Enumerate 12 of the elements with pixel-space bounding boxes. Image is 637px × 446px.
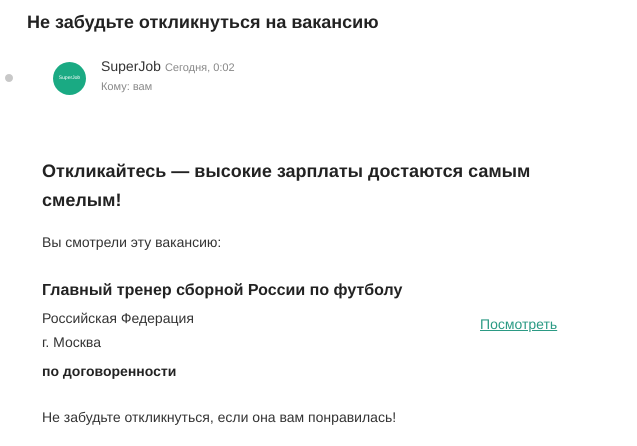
email-subject: Не забудьте откликнуться на вакансию: [27, 11, 380, 34]
intro-text: Вы смотрели эту вакансию:: [42, 233, 222, 252]
vacancy-title: Главный тренер сборной России по футболу: [42, 281, 404, 301]
view-link[interactable]: Посмотреть: [480, 316, 558, 332]
sender-name: SuperJob: [101, 58, 161, 74]
outro-text: Не забудьте откликнуться, если она вам понравилась!: [42, 408, 398, 427]
sent-date: Сегодня, 0:02: [164, 62, 235, 74]
vacancy-salary: по договоренности: [42, 362, 178, 381]
vacancy-city: г. Москва: [42, 333, 102, 352]
vacancy-region: Российская Федерация: [42, 309, 195, 328]
recipient: Кому: вам: [101, 80, 154, 92]
email-heading: Откликайтесь — высокие зарплаты достаются самым смелым!: [42, 160, 532, 212]
